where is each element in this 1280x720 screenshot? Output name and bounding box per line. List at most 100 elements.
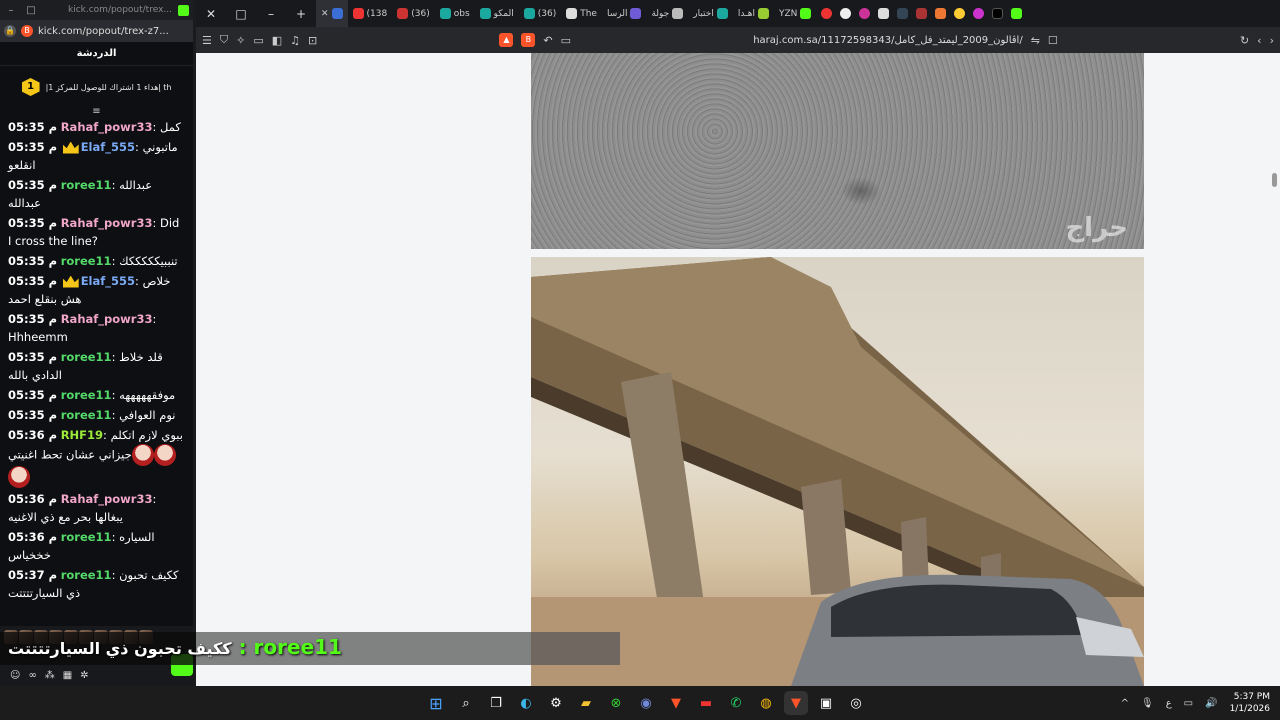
settings-icon[interactable]: ✲ — [80, 670, 88, 681]
new-tab-icon[interactable]: + — [286, 0, 316, 27]
obs-icon[interactable]: ◎ — [844, 691, 868, 715]
page-viewport[interactable]: حراج — [196, 53, 1280, 686]
maximize-icon[interactable]: □ — [24, 5, 38, 16]
tab[interactable]: المكو — [475, 0, 519, 27]
tab[interactable]: الرسا — [602, 0, 647, 27]
address-bar[interactable]: haraj.com.sa/11172598343/اڤالون_2009_ليم… — [753, 35, 1022, 46]
listing-photo-car[interactable] — [531, 257, 1144, 686]
brave-shield-icon[interactable]: B — [21, 25, 33, 37]
discord-icon[interactable]: ◉ — [634, 691, 658, 715]
calendar-icon[interactable]: ▦ — [63, 670, 72, 681]
screenshot-icon[interactable]: ⊡ — [308, 34, 317, 47]
xbox-icon[interactable]: ⊗ — [604, 691, 628, 715]
chrome-icon[interactable]: ◍ — [754, 691, 778, 715]
windows-start-icon[interactable]: ⊞ — [424, 691, 448, 715]
tab[interactable]: اهـدا — [733, 0, 774, 27]
message-username[interactable]: Rahaf_powr33 — [61, 312, 153, 326]
chat-message[interactable]: 05:35 م Elaf_555: ماتبوني انقلعو — [8, 138, 185, 174]
back-history-icon[interactable]: ↶ — [543, 34, 552, 47]
chat-url[interactable]: kick.com/popout/trex-z7... — [38, 26, 189, 37]
media-app-icon[interactable]: ▬ — [694, 691, 718, 715]
wallet-icon[interactable]: ▭ — [253, 34, 263, 47]
message-username[interactable]: roree11 — [61, 178, 112, 192]
menu-icon[interactable]: ☰ — [202, 34, 212, 47]
network-icon[interactable]: ▭ — [1184, 698, 1193, 709]
tab[interactable]: اختبار — [688, 0, 733, 27]
pinned-message[interactable]: 1 |إهداء 1 اشتراك للوصول للمركز 1 th — [0, 66, 193, 108]
chat-message[interactable]: 05:35 م roree11: موفقهههههه — [8, 386, 185, 404]
edge-icon[interactable]: ◐ — [514, 691, 538, 715]
chat-address-bar[interactable]: 🔒 B kick.com/popout/trex-z7... — [0, 20, 193, 42]
tab[interactable]: (36) — [392, 0, 434, 27]
chat-message[interactable]: 05:35 م Rahaf_powr33: Hhheemm — [8, 310, 185, 346]
music-icon[interactable]: ♫ — [290, 34, 300, 47]
chat-message[interactable]: 05:36 م Rahaf_powr33: يبغالها بحر مع ذي … — [8, 490, 185, 526]
close-tab-icon[interactable]: ✕ — [321, 9, 329, 19]
minimize-icon[interactable]: – — [4, 5, 18, 16]
tab[interactable]: YZN — [774, 0, 816, 27]
cast-icon[interactable]: ▭ — [561, 34, 571, 47]
tab[interactable]: The — [561, 0, 602, 27]
brave-active-icon[interactable]: ▼ — [784, 691, 808, 715]
language-indicator[interactable]: ع — [1166, 698, 1172, 709]
forward-icon[interactable]: › — [1270, 34, 1274, 47]
rewards-icon[interactable]: ▲ — [499, 33, 514, 47]
clock[interactable]: 5:37 PM 1/1/2026 — [1230, 691, 1270, 715]
pinned-tabs[interactable] — [816, 0, 1027, 27]
brave-shield-icon[interactable]: B — [521, 33, 536, 47]
tab[interactable]: obs — [435, 0, 475, 27]
chat-message[interactable]: 05:35 م roree11: نوم العوافي — [8, 406, 185, 424]
message-username[interactable]: Rahaf_powr33 — [61, 120, 153, 134]
chat-message[interactable]: 05:36 م RHF19: ببوي لازم اتكلم جيزاني عش… — [8, 426, 185, 488]
search-icon[interactable]: ⌕ — [454, 691, 478, 715]
active-tab[interactable]: ✕ — [316, 0, 348, 27]
chat-message[interactable]: 05:35 م Elaf_555: خلاص هش بنقلع احمد — [8, 272, 185, 308]
tab[interactable]: جولة — [646, 0, 688, 27]
chat-message[interactable]: 05:35 م roree11: تنببيكككككك — [8, 252, 185, 270]
message-username[interactable]: roree11 — [61, 254, 112, 268]
message-username[interactable]: roree11 — [61, 350, 112, 364]
chat-message[interactable]: 05:35 م roree11: قلد خلاط الدادي بالله — [8, 348, 185, 384]
chat-message[interactable]: 05:35 م Rahaf_powr33: كمل — [8, 118, 185, 136]
message-username[interactable]: Elaf_555 — [81, 274, 135, 288]
message-username[interactable]: roree11 — [61, 388, 112, 402]
minimize-window-icon[interactable]: – — [256, 0, 286, 27]
whatsapp-icon[interactable]: ✆ — [724, 691, 748, 715]
message-username[interactable]: roree11 — [61, 568, 112, 582]
message-username[interactable]: RHF19 — [61, 428, 103, 442]
task-view-icon[interactable]: ❐ — [484, 691, 508, 715]
chat-message[interactable]: 05:37 م roree11: ككيف تحبون ذي السيارتتت… — [8, 566, 185, 602]
message-username[interactable]: Rahaf_powr33 — [61, 492, 153, 506]
share-icon[interactable]: ⇋ — [1031, 34, 1040, 47]
emoji-icon[interactable]: ☺ — [10, 670, 20, 681]
shield-icon[interactable]: ⛉ — [220, 33, 228, 47]
scrollbar[interactable] — [1272, 173, 1277, 187]
apps-icon[interactable]: ⁂ — [45, 670, 55, 681]
microphone-icon[interactable]: 🎙 — [1141, 698, 1154, 709]
extensions-icon[interactable]: ✧ — [236, 34, 245, 47]
epic-games-icon[interactable]: ▣ — [814, 691, 838, 715]
file-explorer-icon[interactable]: ▰ — [574, 691, 598, 715]
bookmark-icon[interactable]: ☐ — [1048, 34, 1058, 47]
steam-icon[interactable]: ⚙ — [544, 691, 568, 715]
maximize-window-icon[interactable]: □ — [226, 0, 256, 27]
message-username[interactable]: Rahaf_powr33 — [61, 216, 153, 230]
reload-icon[interactable]: ↻ — [1240, 34, 1249, 47]
link-icon[interactable]: ∞ — [28, 670, 36, 681]
listing-photo-ground[interactable]: حراج — [531, 53, 1144, 249]
message-username[interactable]: Elaf_555 — [81, 140, 135, 154]
close-window-icon[interactable]: ✕ — [196, 0, 226, 27]
collapse-icon[interactable]: ≡ — [0, 107, 193, 118]
back-icon[interactable]: ‹ — [1257, 34, 1261, 47]
brave-icon[interactable]: ▼ — [664, 691, 688, 715]
chevron-up-icon[interactable]: ^ — [1121, 698, 1129, 709]
chat-message[interactable]: 05:35 م roree11: عبدالله عبدالله — [8, 176, 185, 212]
lock-icon[interactable]: 🔒 — [4, 25, 16, 37]
message-username[interactable]: roree11 — [61, 408, 112, 422]
chat-message[interactable]: 05:35 م Rahaf_powr33: Did I cross the li… — [8, 214, 185, 250]
message-username[interactable]: roree11 — [61, 530, 112, 544]
volume-icon[interactable]: 🔊 — [1205, 698, 1217, 709]
chat-message[interactable]: 05:36 م roree11: السياره خخخياس — [8, 528, 185, 564]
tab[interactable]: (36) — [519, 0, 561, 27]
sidebar-icon[interactable]: ◧ — [272, 34, 282, 47]
